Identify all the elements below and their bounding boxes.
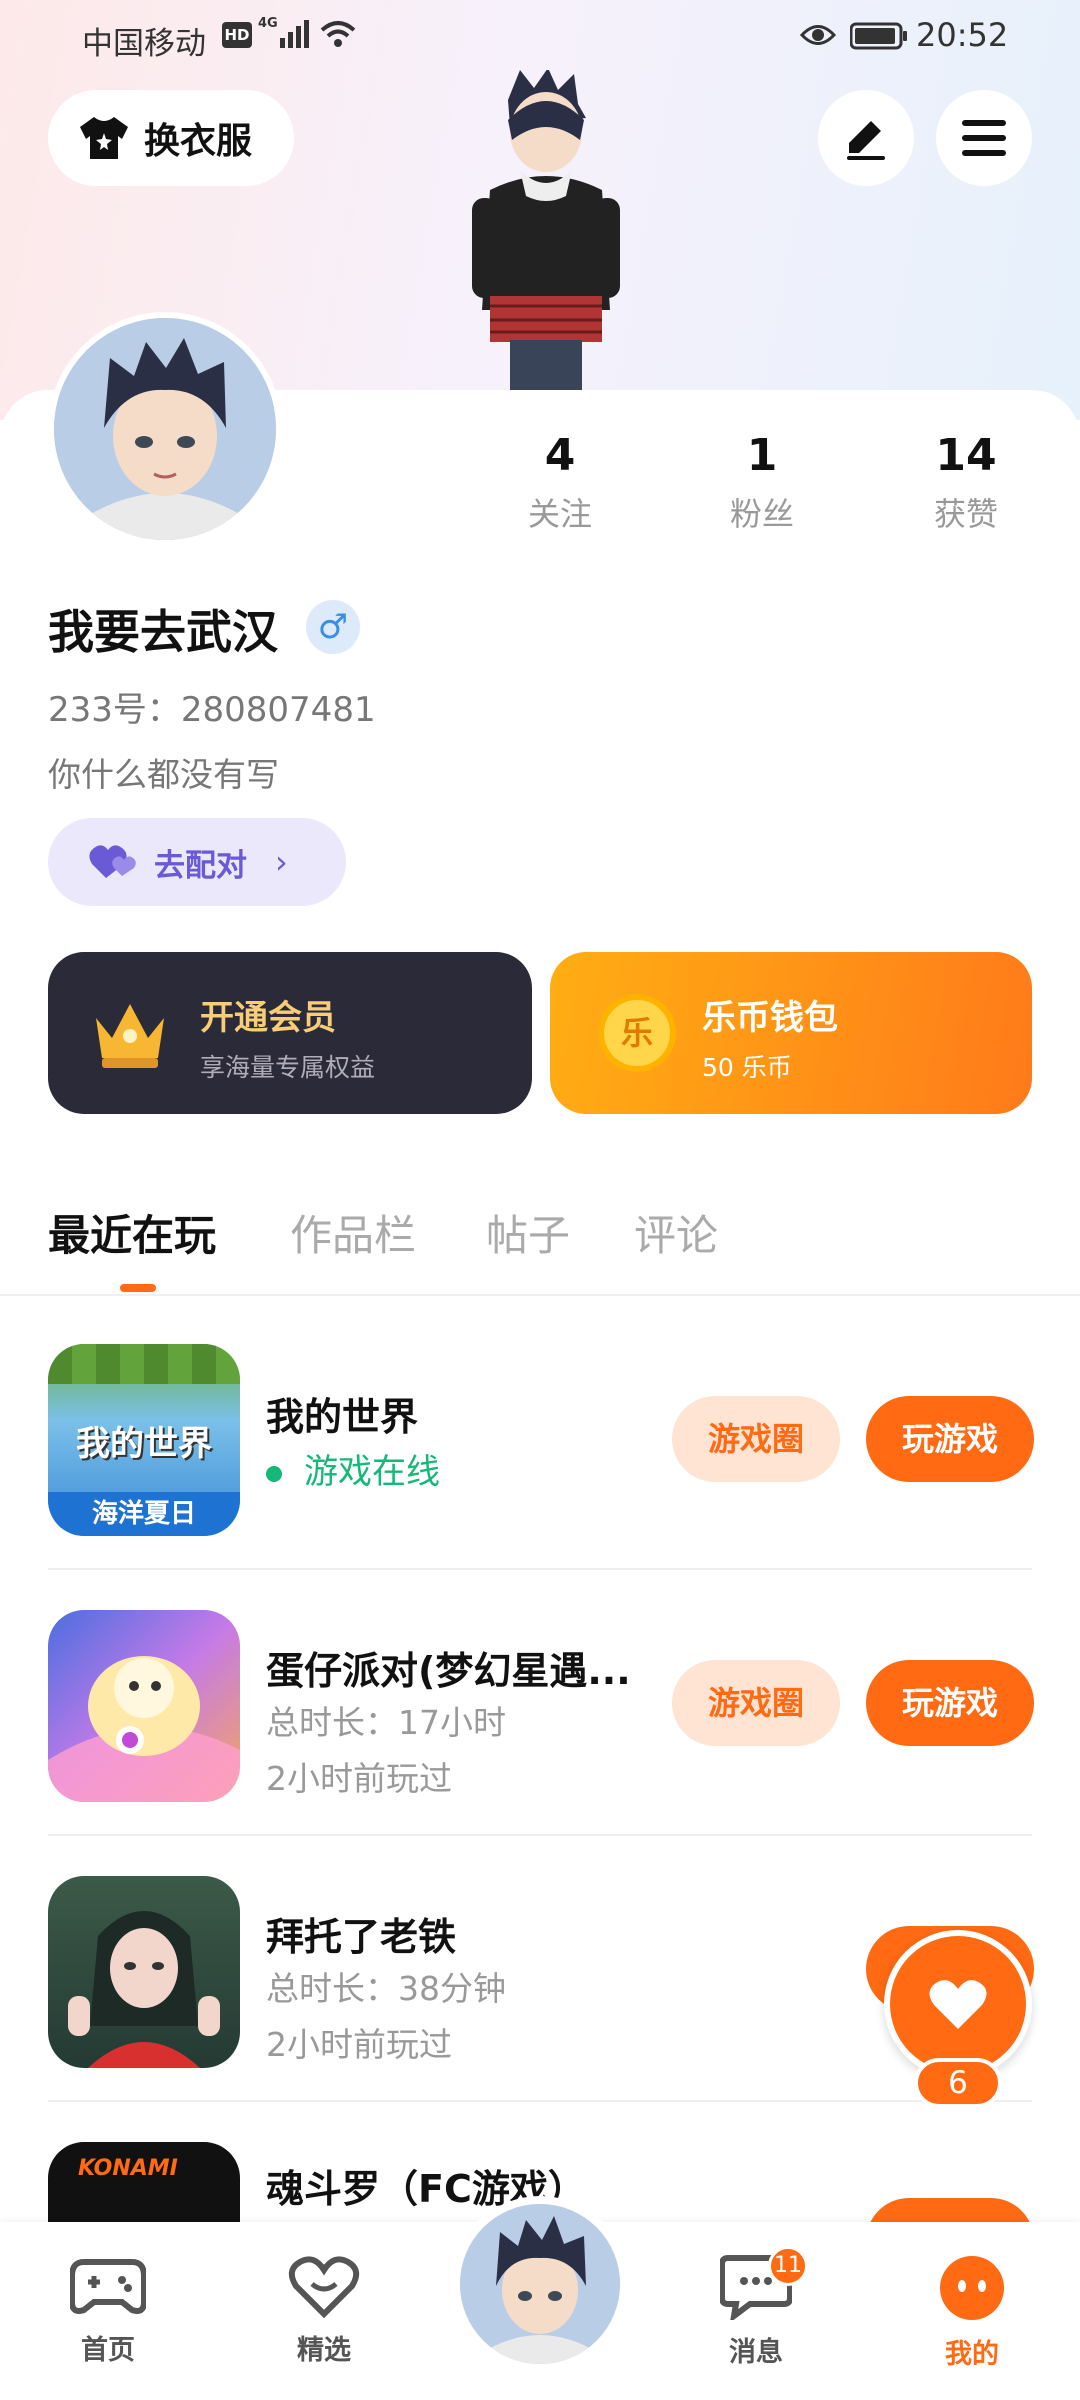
active-tab-indicator	[120, 1284, 156, 1292]
network-type: 4G	[258, 16, 278, 31]
nav-featured[interactable]: 精选	[254, 2254, 394, 2367]
wallet-card[interactable]: 乐 乐币钱包 50 乐币	[550, 952, 1032, 1114]
shirt-icon	[80, 117, 128, 159]
nav-home-label: 首页	[81, 2335, 135, 2366]
game-row-eggy-party[interactable]: 蛋仔派对(梦幻星遇... 总时长：17小时 2小时前玩过 游戏圈 玩游戏	[48, 1570, 1034, 1836]
clock: 20:52	[916, 16, 1009, 54]
game-circle-button[interactable]: 游戏圈	[672, 1660, 840, 1746]
battery-icon	[850, 22, 907, 50]
game-icon-eggy-party	[48, 1610, 240, 1802]
go-match-button[interactable]: 去配对 ›	[48, 818, 346, 906]
online-dot-icon	[266, 1465, 282, 1482]
game-online-status: 游戏在线	[266, 1444, 440, 1493]
message-count-badge: 11	[768, 2246, 808, 2286]
game-title: 拜托了老铁	[266, 1915, 457, 1959]
heart-pair-icon	[89, 845, 136, 878]
online-label: 游戏在线	[304, 1452, 440, 1492]
stat-fans[interactable]: 1 粉丝	[672, 430, 852, 535]
nav-center-avatar-button[interactable]	[452, 2196, 628, 2372]
stat-following[interactable]: 4 关注	[470, 430, 650, 535]
pen-icon	[847, 121, 885, 160]
game-total-duration: 总时长：38分钟	[266, 1969, 506, 2008]
nav-messages[interactable]: 11 消息	[686, 2246, 826, 2369]
tab-posts[interactable]: 帖子	[486, 1202, 570, 1263]
heart-outline-icon	[288, 2256, 360, 2319]
signal-icon	[280, 20, 309, 48]
nav-messages-label: 消息	[729, 2337, 783, 2368]
stat-likes-count: 14	[935, 430, 997, 481]
eye-comfort-icon	[800, 25, 836, 45]
nav-me[interactable]: 我的	[902, 2254, 1042, 2371]
menu-button[interactable]	[936, 90, 1032, 186]
stat-likes-label: 获赞	[933, 495, 998, 533]
game-last-played: 2小时前玩过	[266, 1759, 452, 1798]
edit-profile-button[interactable]	[818, 90, 914, 186]
profile-avatar[interactable]	[48, 312, 282, 546]
floating-like-button[interactable]	[884, 1930, 1032, 2078]
tab-comments[interactable]: 评论	[634, 1202, 718, 1263]
status-bar: 中国移动 HD 4G 20:52	[0, 0, 1080, 72]
male-gender-icon: ♂	[306, 600, 360, 654]
change-outfit-button[interactable]: 换衣服	[48, 90, 294, 186]
play-game-button[interactable]: 玩游戏	[866, 1660, 1034, 1746]
stat-fans-label: 粉丝	[729, 495, 794, 533]
minecraft-subtitle-text: 海洋夏日	[48, 1492, 240, 1536]
nav-home[interactable]: 首页	[38, 2254, 178, 2367]
change-outfit-label: 换衣服	[144, 121, 253, 162]
vip-title: 开通会员	[200, 998, 336, 1038]
game-last-played: 2小时前玩过	[266, 2025, 452, 2064]
gamepad-icon	[69, 2259, 147, 2314]
menu-icon	[962, 120, 1006, 156]
hd-badge: HD	[222, 22, 252, 48]
game-icon-baituo-laotie	[48, 1876, 240, 2068]
game-title: 蛋仔派对(梦幻星遇...	[266, 1649, 631, 1693]
heart-icon	[929, 1980, 987, 2029]
wifi-icon	[320, 21, 356, 47]
wallet-title: 乐币钱包	[702, 998, 838, 1038]
crown-icon	[96, 1004, 164, 1068]
game-icon-minecraft: 我的世界 海洋夏日	[48, 1344, 240, 1536]
username: 我要去武汉	[48, 605, 278, 659]
stat-fans-count: 1	[746, 430, 778, 481]
go-match-label: 去配对	[154, 847, 247, 884]
minecraft-logo-text: 我的世界	[76, 1424, 212, 1464]
stat-following-label: 关注	[527, 495, 592, 533]
content-tabs: 最近在玩 作品栏 帖子 评论	[0, 1190, 1080, 1296]
user-id: 233号：280807481	[48, 690, 376, 730]
konami-logo: KONAMI	[78, 2156, 178, 2181]
vip-membership-card[interactable]: 开通会员 享海量专属权益	[48, 952, 532, 1114]
stat-likes[interactable]: 14 获赞	[876, 430, 1056, 535]
user-bio: 你什么都没有写	[48, 755, 279, 794]
tab-recently-played[interactable]: 最近在玩	[48, 1202, 216, 1263]
avatar-portrait	[54, 318, 276, 540]
vip-subtitle: 享海量专属权益	[200, 1053, 376, 1082]
center-avatar-portrait	[460, 2204, 620, 2364]
chevron-right-icon: ›	[275, 843, 288, 881]
coin-icon: 乐	[598, 994, 676, 1072]
nav-featured-label: 精选	[297, 2335, 351, 2366]
game-total-duration: 总时长：17小时	[266, 1703, 506, 1742]
stat-following-count: 4	[544, 430, 576, 481]
nav-me-label: 我的	[945, 2339, 999, 2370]
game-row-minecraft[interactable]: 我的世界 海洋夏日 我的世界 游戏在线 游戏圈 玩游戏	[48, 1304, 1034, 1570]
game-row-baituo-laotie[interactable]: 拜托了老铁 总时长：38分钟 2小时前玩过 玩游戏	[48, 1836, 1034, 2102]
tab-works[interactable]: 作品栏	[290, 1202, 416, 1263]
carrier-name: 中国移动	[82, 26, 206, 62]
game-title: 我的世界	[266, 1395, 419, 1439]
like-count-badge: 6	[914, 2058, 1002, 2108]
game-circle-button[interactable]: 游戏圈	[672, 1396, 840, 1482]
play-game-button[interactable]: 玩游戏	[866, 1396, 1034, 1482]
me-face-icon	[940, 2256, 1004, 2320]
wallet-balance: 50 乐币	[702, 1053, 792, 1082]
avatar-character-figure[interactable]	[450, 70, 640, 390]
